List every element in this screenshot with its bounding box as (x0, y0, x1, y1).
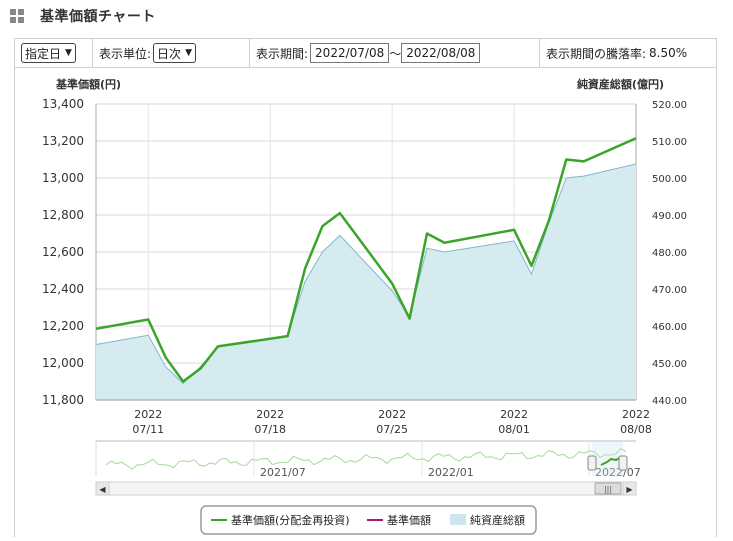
date-from-input[interactable]: 2022/07/08 (310, 43, 390, 63)
arrow-left-icon: ◀ (99, 485, 106, 494)
chevron-down-icon: ▼ (185, 48, 192, 58)
rate-label: 表示期間の騰落率: (546, 46, 647, 61)
controls-bar: 指定日 ▼ 表示単位: 日次 ▼ 表示期間: 2022/07/08 〜 2022/0… (14, 38, 717, 68)
title-bar: 基準価額チャート (10, 4, 156, 28)
arrow-right-icon: ▶ (626, 485, 633, 494)
y-tick-right: 520.00 (652, 100, 687, 111)
y-tick-right: 500.00 (652, 174, 687, 185)
x-tick-year: 2022 (500, 408, 528, 421)
left-axis-title: 基準価額(円) (55, 77, 121, 91)
x-tick-year: 2022 (378, 408, 406, 421)
y-tick-right: 440.00 (652, 396, 687, 407)
x-tick-date: 07/18 (254, 423, 286, 436)
date-to-input[interactable]: 2022/08/08 (401, 43, 481, 63)
rate-control: 表示期間の騰落率: 8.50% (540, 39, 716, 67)
rate-value: 8.50% (649, 46, 688, 60)
legend-swatch (450, 514, 466, 525)
legend-item: 基準価額 (387, 513, 431, 527)
y-tick-left: 13,400 (42, 97, 84, 111)
y-tick-left: 13,000 (42, 171, 84, 185)
period-label: 表示期間: (256, 46, 309, 61)
x-tick-date: 07/11 (132, 423, 164, 436)
navigator-label: 2021/07 (260, 466, 306, 479)
y-tick-right: 490.00 (652, 211, 687, 222)
period-control: 表示期間: 2022/07/08 〜 2022/08/08 (250, 39, 540, 67)
scrollbar-track[interactable] (95, 481, 637, 496)
unit-select-value: 日次 (157, 46, 182, 61)
right-axis-title: 純資産総額(億円) (577, 77, 664, 91)
scrollbar-grip-icon: ||| (604, 485, 612, 494)
legend-item: 純資産総額 (470, 513, 525, 527)
legend-item: 基準価額(分配金再投資) (231, 513, 350, 527)
page-title: 基準価額チャート (40, 9, 156, 25)
unit-select[interactable]: 日次 ▼ (153, 43, 196, 63)
y-tick-right: 450.00 (652, 359, 687, 370)
navigator-handle[interactable] (587, 455, 597, 471)
y-tick-left: 12,000 (42, 356, 84, 370)
y-tick-left: 12,400 (42, 282, 84, 296)
x-tick-year: 2022 (622, 408, 650, 421)
chart-svg: 基準価額(円) 純資産総額(億円) 13,400 520.00 13,200 510.00… (42, 77, 687, 535)
y-tick-left: 12,800 (42, 208, 84, 222)
x-tick-date: 07/25 (376, 423, 408, 436)
y-tick-left: 12,600 (42, 245, 84, 259)
y-tick-right: 510.00 (652, 137, 687, 148)
y-tick-left: 11,800 (42, 393, 84, 407)
x-tick-date: 08/01 (498, 423, 530, 436)
navigator-handle[interactable] (618, 455, 628, 471)
range-select[interactable]: 指定日 ▼ (21, 43, 76, 63)
chart-frame: 基準価額(円) 純資産総額(億円) 13,400 520.00 13,200 510.00… (14, 68, 717, 537)
chevron-down-icon: ▼ (65, 48, 72, 58)
navigator-series (105, 447, 627, 470)
y-tick-right: 460.00 (652, 322, 687, 333)
y-tick-right: 480.00 (652, 248, 687, 259)
x-tick-year: 2022 (256, 408, 284, 421)
navigator-label: 2022/01 (428, 466, 474, 479)
range-select-value: 指定日 (25, 46, 62, 61)
y-tick-right: 470.00 (652, 285, 687, 296)
unit-control: 表示単位: 日次 ▼ (93, 39, 250, 67)
unit-label: 表示単位: (99, 46, 152, 61)
x-tick-date: 08/08 (620, 423, 652, 436)
x-tick-year: 2022 (134, 408, 162, 421)
grid-icon (10, 9, 24, 23)
y-tick-left: 13,200 (42, 134, 84, 148)
date-separator: 〜 (389, 46, 402, 61)
y-tick-left: 12,200 (42, 319, 84, 333)
range-control: 指定日 ▼ (15, 39, 93, 67)
